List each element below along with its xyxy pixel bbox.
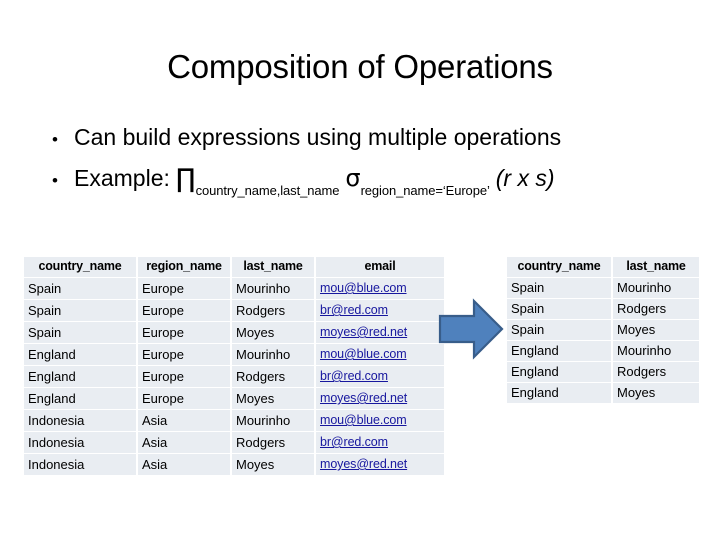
cell-country-name: England	[24, 388, 136, 409]
cell-last-name: Mourinho	[613, 278, 699, 298]
cell-country-name: England	[24, 366, 136, 387]
cell-region-name: Europe	[138, 344, 230, 365]
formula-operand: (r x s)	[495, 165, 555, 191]
bullet-text-2: Example: ∏country_name,last_name σregion_n…	[74, 163, 555, 203]
cell-last-name: Rodgers	[613, 299, 699, 319]
cell-country-name: England	[507, 362, 611, 382]
table-row: Spain Rodgers	[507, 299, 699, 319]
cell-country-name: Indonesia	[24, 454, 136, 475]
cell-last-name: Mourinho	[613, 341, 699, 361]
cell-country-name: England	[24, 344, 136, 365]
table-row: England Europe Mourinho mou@blue.com	[24, 344, 444, 365]
column-header-last-name: last_name	[232, 257, 314, 277]
cell-region-name: Asia	[138, 454, 230, 475]
table-row: Spain Mourinho	[507, 278, 699, 298]
cell-last-name: Moyes	[232, 388, 314, 409]
cell-country-name: Spain	[507, 299, 611, 319]
example-label: Example:	[74, 165, 170, 191]
bullet-item-2: • Example: ∏country_name,last_name σregion…	[48, 163, 712, 203]
cell-last-name: Rodgers	[613, 362, 699, 382]
cell-email: br@red.com	[316, 432, 444, 453]
table-row: Spain Europe Moyes moyes@red.net	[24, 322, 444, 343]
cell-email: moyes@red.net	[316, 454, 444, 475]
cell-country-name: Indonesia	[24, 410, 136, 431]
email-link[interactable]: mou@blue.com	[320, 281, 407, 295]
cell-region-name: Asia	[138, 432, 230, 453]
cell-last-name: Rodgers	[232, 432, 314, 453]
cell-last-name: Rodgers	[232, 366, 314, 387]
cell-country-name: England	[507, 383, 611, 403]
cell-country-name: Indonesia	[24, 432, 136, 453]
email-link[interactable]: moyes@red.net	[320, 391, 407, 405]
cell-email: mou@blue.com	[316, 344, 444, 365]
selection-symbol: σ	[345, 164, 361, 192]
cross-product-result-table: country_name region_name last_name email…	[22, 256, 446, 476]
cell-last-name: Rodgers	[232, 300, 314, 321]
cell-email: moyes@red.net	[316, 388, 444, 409]
table-row: Indonesia Asia Mourinho mou@blue.com	[24, 410, 444, 431]
cell-country-name: Spain	[24, 300, 136, 321]
table-row: England Mourinho	[507, 341, 699, 361]
table-row: England Rodgers	[507, 362, 699, 382]
table-row: England Europe Moyes moyes@red.net	[24, 388, 444, 409]
column-header-country-name: country_name	[507, 257, 611, 277]
cell-region-name: Europe	[138, 388, 230, 409]
bullet-item-1: • Can build expressions using multiple o…	[48, 122, 712, 155]
cell-region-name: Asia	[138, 410, 230, 431]
cell-last-name: Mourinho	[232, 278, 314, 299]
cell-country-name: Spain	[24, 278, 136, 299]
column-header-country-name: country_name	[24, 257, 136, 277]
selection-subscript: region_name=‘Europe’	[360, 182, 490, 198]
cell-last-name: Moyes	[232, 322, 314, 343]
table-row: Spain Europe Rodgers br@red.com	[24, 300, 444, 321]
cell-region-name: Europe	[138, 322, 230, 343]
table-row: England Europe Rodgers br@red.com	[24, 366, 444, 387]
email-link[interactable]: mou@blue.com	[320, 347, 407, 361]
cell-region-name: Europe	[138, 278, 230, 299]
cell-email: mou@blue.com	[316, 278, 444, 299]
projection-result-table: country_name last_name Spain Mourinho Sp…	[505, 256, 701, 404]
column-header-last-name: last_name	[613, 257, 699, 277]
table-header-row: country_name last_name	[507, 257, 699, 277]
table-row: Indonesia Asia Rodgers br@red.com	[24, 432, 444, 453]
email-link[interactable]: br@red.com	[320, 303, 388, 317]
table-header-row: country_name region_name last_name email	[24, 257, 444, 277]
projection-subscript: country_name,last_name	[195, 182, 340, 198]
bullet-text-1: Can build expressions using multiple ope…	[74, 124, 562, 150]
table-row: Spain Europe Mourinho mou@blue.com	[24, 278, 444, 299]
email-link[interactable]: br@red.com	[320, 369, 388, 383]
cell-last-name: Moyes	[613, 383, 699, 403]
column-header-email: email	[316, 257, 444, 277]
cell-email: mou@blue.com	[316, 410, 444, 431]
bullet-list: • Can build expressions using multiple o…	[48, 122, 712, 211]
page-title: Composition of Operations	[167, 48, 553, 85]
cell-email: br@red.com	[316, 300, 444, 321]
cell-country-name: England	[507, 341, 611, 361]
projection-symbol: ∏	[175, 164, 196, 194]
cell-last-name: Mourinho	[232, 410, 314, 431]
table-row: Spain Moyes	[507, 320, 699, 340]
cell-last-name: Moyes	[613, 320, 699, 340]
email-link[interactable]: mou@blue.com	[320, 413, 407, 427]
relational-algebra-formula: ∏country_name,last_name σregion_name=‘Eur…	[175, 164, 555, 198]
cell-email: br@red.com	[316, 366, 444, 387]
email-link[interactable]: br@red.com	[320, 435, 388, 449]
table-row: Indonesia Asia Moyes moyes@red.net	[24, 454, 444, 475]
bullet-marker-icon: •	[52, 171, 58, 190]
cell-country-name: Spain	[24, 322, 136, 343]
email-link[interactable]: moyes@red.net	[320, 457, 407, 471]
cell-email: moyes@red.net	[316, 322, 444, 343]
email-link[interactable]: moyes@red.net	[320, 325, 407, 339]
bullet-marker-icon: •	[52, 130, 58, 149]
right-arrow-icon	[438, 298, 504, 360]
cell-country-name: Spain	[507, 278, 611, 298]
cell-last-name: Moyes	[232, 454, 314, 475]
column-header-region-name: region_name	[138, 257, 230, 277]
cell-region-name: Europe	[138, 300, 230, 321]
cell-region-name: Europe	[138, 366, 230, 387]
cell-last-name: Mourinho	[232, 344, 314, 365]
cell-country-name: Spain	[507, 320, 611, 340]
table-row: England Moyes	[507, 383, 699, 403]
